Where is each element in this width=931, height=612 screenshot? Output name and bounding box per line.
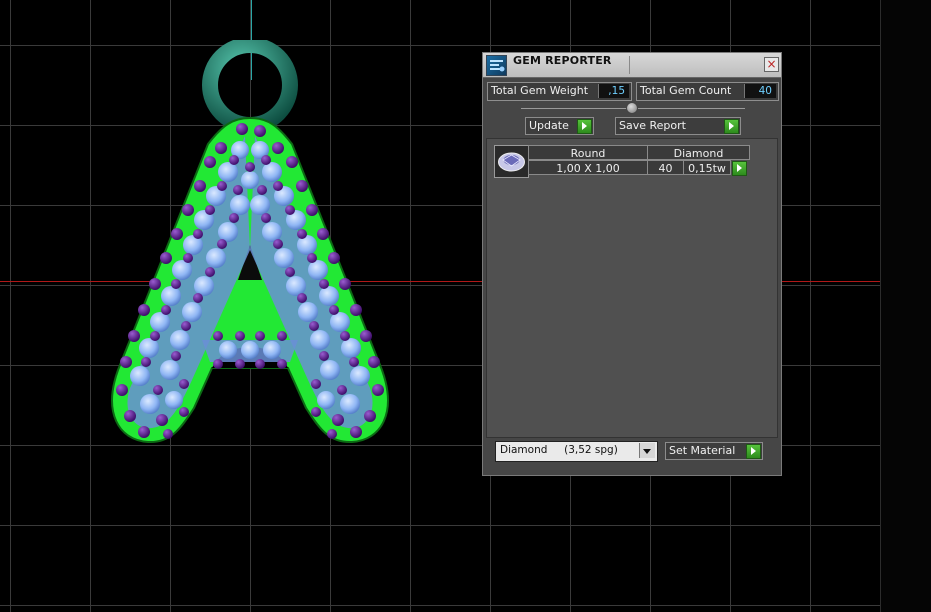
letter-a-pendant-model[interactable] (100, 40, 410, 450)
gem-list[interactable]: Round Diamond 1,00 X 1,00 40 0,15tw (486, 138, 778, 438)
update-button-label: Update (529, 119, 569, 132)
viewport-side-border (880, 0, 931, 612)
gem-reporter-app-icon (486, 55, 507, 76)
titlebar-divider (629, 56, 630, 74)
gem-material-header: Diamond (647, 145, 750, 160)
gem-shape-header: Round (528, 145, 648, 160)
gem-size-cell: 1,00 X 1,00 (528, 160, 648, 175)
play-arrow-icon (577, 119, 592, 134)
total-gem-count-value: 40 (744, 84, 776, 98)
gem-weight-cell: 0,15tw (683, 160, 731, 175)
material-dropdown[interactable]: Diamond (3,52 spg) (495, 441, 658, 462)
panel-splitter-handle[interactable] (626, 102, 638, 114)
pendant-bail-ring (202, 40, 298, 133)
material-selected-value: Diamond (3,52 spg) (500, 444, 618, 456)
total-gem-weight-value: ,15 (598, 84, 629, 98)
total-gem-weight-label: Total Gem Weight (491, 84, 589, 97)
total-gem-count-label: Total Gem Count (640, 84, 732, 97)
gem-reporter-panel: GEM REPORTER × Total Gem Weight ,15 Tota… (482, 52, 782, 476)
play-arrow-icon (746, 444, 761, 459)
save-report-button[interactable]: Save Report (615, 117, 741, 135)
play-arrow-icon[interactable] (732, 161, 747, 176)
3d-viewport[interactable] (0, 0, 931, 612)
dropdown-arrow-icon[interactable] (639, 443, 655, 458)
play-arrow-icon (724, 119, 739, 134)
round-gem-thumbnail-icon[interactable] (494, 145, 529, 178)
set-material-button[interactable]: Set Material (665, 442, 763, 460)
panel-title: GEM REPORTER (513, 54, 612, 67)
total-gem-count-field: Total Gem Count 40 (636, 82, 779, 101)
gem-count-cell: 40 (647, 160, 684, 175)
panel-titlebar[interactable]: GEM REPORTER × (483, 53, 781, 78)
save-report-button-label: Save Report (619, 119, 686, 132)
close-icon[interactable]: × (764, 57, 779, 72)
update-button[interactable]: Update (525, 117, 594, 135)
total-gem-weight-field: Total Gem Weight ,15 (487, 82, 632, 101)
set-material-button-label: Set Material (669, 444, 736, 457)
